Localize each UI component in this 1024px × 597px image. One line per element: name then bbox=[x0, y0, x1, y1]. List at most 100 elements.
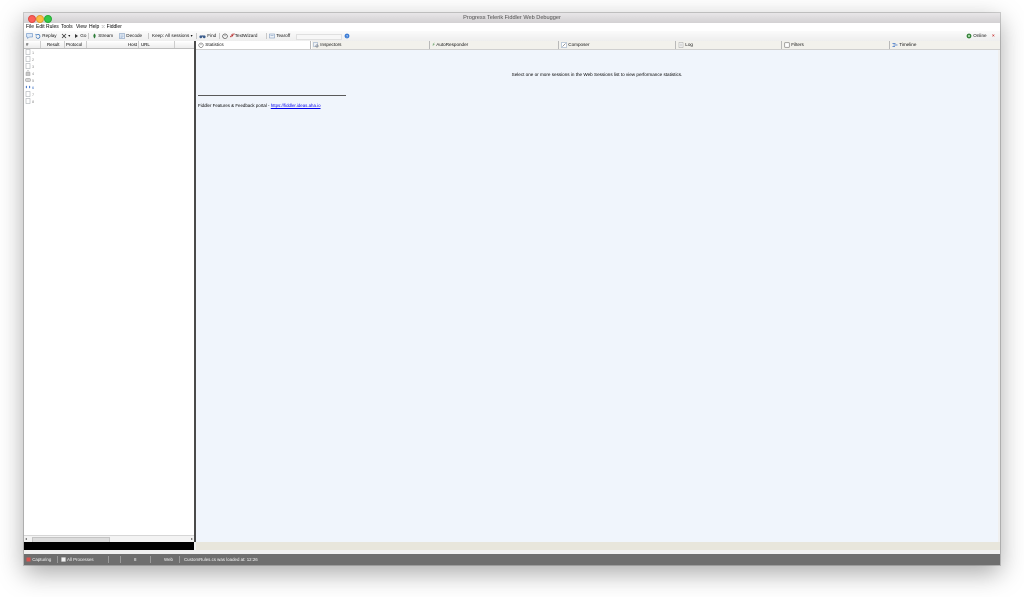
binoculars-icon bbox=[199, 35, 206, 39]
session-row[interactable]: 6 bbox=[25, 84, 45, 91]
tab-autoresponder[interactable]: ⚡ AutoResponder bbox=[429, 41, 560, 49]
keep-sessions-dropdown[interactable]: Keep: All sessions ▾ bbox=[152, 33, 193, 38]
tab-statistics[interactable]: Statistics bbox=[196, 41, 312, 49]
remove-sessions-button[interactable]: ▾ bbox=[61, 33, 70, 39]
menu-bar: File Edit Rules Tools View Help ⁙ Fiddle… bbox=[24, 23, 1000, 31]
status-bar: Capturing All Processes 8 Web CustomRule… bbox=[24, 554, 1000, 565]
tunnel-icon bbox=[25, 78, 31, 82]
replay-button[interactable]: Replay bbox=[35, 33, 57, 39]
details-footer bbox=[196, 542, 1000, 550]
tab-strip: Statistics Inspectors ⚡ AutoResponder Co… bbox=[196, 41, 1000, 50]
col-protocol[interactable]: Protocol bbox=[66, 42, 82, 47]
document-icon bbox=[25, 91, 31, 97]
tab-label: Filters bbox=[791, 42, 804, 47]
web-indicator: Web bbox=[164, 557, 173, 562]
remove-x-icon bbox=[61, 33, 67, 39]
session-row[interactable]: 7 bbox=[25, 91, 45, 98]
decode-button[interactable]: Decode bbox=[119, 33, 142, 39]
session-number: 1 bbox=[32, 51, 35, 55]
capture-icon bbox=[26, 557, 31, 562]
menu-edit[interactable]: Edit bbox=[36, 24, 45, 30]
session-number: 4 bbox=[32, 72, 35, 76]
tab-filters[interactable]: Filters bbox=[781, 41, 892, 49]
network-icon bbox=[966, 33, 972, 39]
session-row[interactable]: 8 bbox=[25, 98, 45, 105]
tab-composer[interactable]: Composer bbox=[558, 41, 677, 49]
document-icon bbox=[25, 56, 31, 62]
process-filter[interactable]: All Processes bbox=[61, 556, 94, 563]
col-number[interactable]: # bbox=[26, 42, 28, 47]
capturing-indicator[interactable]: Capturing bbox=[26, 556, 51, 563]
feedback-line: Fiddler Features & Feedback portal - htt… bbox=[198, 103, 321, 108]
session-list-header: # Result Protocol Host URL bbox=[24, 41, 194, 49]
go-button[interactable]: Go bbox=[74, 33, 86, 39]
keep-label: Keep: All sessions bbox=[152, 33, 190, 38]
tab-label: Statistics bbox=[205, 42, 224, 47]
lightning-icon: ⚡ bbox=[432, 42, 436, 47]
col-host[interactable]: Host bbox=[128, 42, 137, 47]
tearoff-icon bbox=[269, 33, 275, 39]
col-url[interactable]: URL bbox=[141, 42, 150, 47]
compose-icon bbox=[561, 42, 567, 48]
menu-tools[interactable]: Tools bbox=[61, 24, 73, 30]
timeline-icon bbox=[892, 42, 898, 47]
column-divider bbox=[174, 41, 175, 48]
online-indicator[interactable]: Online bbox=[966, 33, 987, 39]
session-row[interactable]: 5 bbox=[25, 77, 45, 84]
online-label: Online bbox=[973, 33, 987, 39]
menu-fiddler[interactable]: ⁙ Fiddler bbox=[101, 24, 122, 30]
decode-icon bbox=[119, 33, 125, 39]
feedback-prefix: Fiddler Features & Feedback portal - bbox=[198, 103, 271, 108]
session-number: 3 bbox=[32, 65, 35, 69]
comment-icon[interactable] bbox=[26, 33, 33, 39]
menu-file[interactable]: File bbox=[26, 24, 34, 30]
go-label: Go bbox=[80, 33, 87, 39]
capturing-label: Capturing bbox=[32, 557, 52, 562]
inspect-icon bbox=[313, 42, 319, 48]
scroll-left-icon[interactable]: ◂ bbox=[25, 536, 27, 541]
status-message: CustomRules.cs was loaded at: 12:26 bbox=[184, 557, 258, 562]
toolbar-separator bbox=[266, 33, 267, 39]
window-title: Progress Telerik Fiddler Web Debugger bbox=[463, 15, 561, 21]
menu-rules[interactable]: Rules bbox=[46, 24, 59, 30]
column-divider bbox=[64, 41, 65, 48]
stream-icon bbox=[93, 33, 96, 39]
scroll-right-icon[interactable]: ▸ bbox=[191, 536, 193, 541]
stream-button[interactable]: Stream bbox=[92, 33, 113, 39]
tab-label: Timeline bbox=[899, 42, 917, 47]
tab-label: Composer bbox=[568, 42, 590, 47]
close-icon[interactable]: × bbox=[992, 33, 995, 38]
status-separator bbox=[108, 556, 109, 563]
session-row[interactable]: 3 bbox=[25, 63, 45, 70]
column-divider bbox=[138, 41, 139, 48]
help-icon[interactable]: ? bbox=[344, 33, 350, 39]
find-label: Find bbox=[207, 33, 217, 39]
web-sessions-pane: # Result Protocol Host URL 1 2 3 4 5 6 7… bbox=[24, 41, 196, 543]
quickexec-box[interactable] bbox=[296, 34, 342, 40]
fiddler-window: Progress Telerik Fiddler Web Debugger Fi… bbox=[24, 13, 1000, 565]
session-number: 2 bbox=[32, 58, 35, 62]
tearoff-button[interactable]: Tearoff bbox=[269, 33, 290, 39]
feedback-link[interactable]: https://fiddler.ideas.aha.io bbox=[271, 103, 321, 108]
tab-inspectors[interactable]: Inspectors bbox=[310, 41, 427, 49]
process-label: All Processes bbox=[66, 557, 94, 562]
quickexec-bar[interactable] bbox=[24, 542, 194, 550]
menu-help[interactable]: Help bbox=[89, 24, 99, 30]
tearoff-label: Tearoff bbox=[276, 33, 291, 39]
replay-label: Replay bbox=[42, 33, 57, 39]
menu-view[interactable]: View bbox=[76, 24, 87, 30]
status-separator bbox=[179, 556, 180, 563]
tab-log[interactable]: Log bbox=[675, 41, 784, 49]
timer-icon[interactable] bbox=[222, 33, 228, 39]
session-row[interactable]: 2 bbox=[25, 56, 45, 63]
textwizard-icon: 𝓣 bbox=[230, 33, 234, 38]
tab-timeline[interactable]: Timeline bbox=[889, 41, 1000, 49]
col-result[interactable]: Result bbox=[47, 42, 59, 47]
document-icon bbox=[25, 49, 31, 55]
textwizard-button[interactable]: 𝓣 TextWizard bbox=[230, 33, 257, 38]
stopwatch-icon bbox=[198, 42, 204, 48]
toolbar-separator bbox=[196, 33, 197, 39]
session-row[interactable]: 1 bbox=[25, 49, 45, 56]
session-row[interactable]: 4 bbox=[25, 70, 45, 77]
find-button[interactable]: Find bbox=[199, 33, 216, 39]
